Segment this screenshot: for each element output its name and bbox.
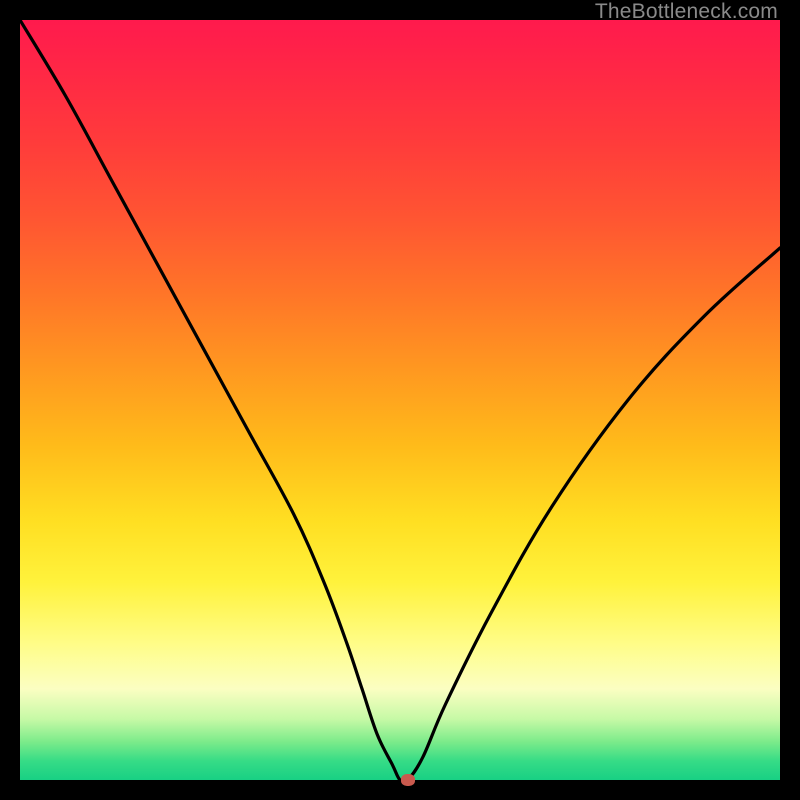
bottleneck-curve [20, 20, 780, 780]
current-value-marker [401, 774, 415, 786]
watermark-text: TheBottleneck.com [595, 0, 778, 24]
plot-area [20, 20, 780, 780]
chart-frame: TheBottleneck.com [0, 0, 800, 800]
